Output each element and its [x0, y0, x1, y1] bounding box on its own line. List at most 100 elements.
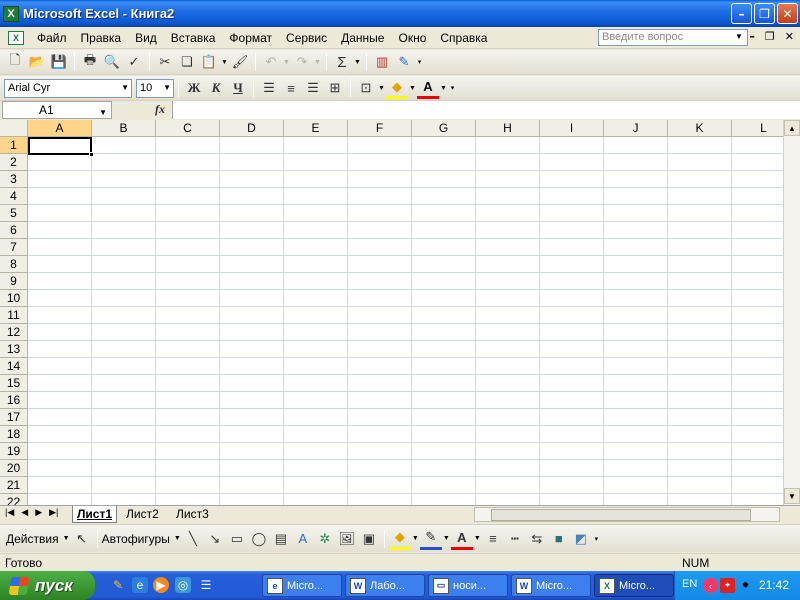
- help-question-input[interactable]: Введите вопрос: [598, 29, 748, 46]
- excel-icon[interactable]: X: [3, 5, 19, 22]
- align-right-icon[interactable]: ☰: [302, 77, 324, 99]
- print-preview-icon[interactable]: 🔍: [101, 51, 123, 73]
- toolbar-options-icon[interactable]: ▾: [592, 528, 601, 550]
- title-bar[interactable]: X Microsoft Excel - Книга2 – ❐ ✕: [0, 0, 800, 27]
- font-color-icon[interactable]: A: [450, 528, 473, 550]
- row-header[interactable]: 7: [0, 239, 28, 256]
- select-objects-icon[interactable]: ↖: [71, 528, 93, 550]
- chevron-down-icon[interactable]: ▾: [415, 51, 424, 73]
- sheet-tab-1[interactable]: Лист1: [72, 506, 118, 523]
- column-header[interactable]: A: [28, 120, 92, 137]
- font-size-select[interactable]: 10 ▼: [136, 78, 174, 98]
- row-header[interactable]: 8: [0, 256, 28, 273]
- underline-button[interactable]: Ч: [227, 77, 249, 99]
- menu-format[interactable]: Формат: [222, 31, 279, 45]
- dash-style-icon[interactable]: ┅: [504, 528, 526, 550]
- row-header[interactable]: 6: [0, 222, 28, 239]
- oval-icon[interactable]: ◯: [248, 528, 270, 550]
- vertical-scrollbar[interactable]: ▲ ▼: [783, 120, 800, 505]
- spelling-icon[interactable]: ✓: [123, 51, 145, 73]
- column-header[interactable]: C: [156, 120, 220, 137]
- toolbar-options-icon[interactable]: ▾: [448, 77, 457, 99]
- undo-icon[interactable]: ↶: [260, 51, 282, 73]
- line-icon[interactable]: ╲: [182, 528, 204, 550]
- row-header[interactable]: 1: [0, 137, 28, 154]
- taskbar-button[interactable]: ▭ носи...: [428, 574, 508, 597]
- chevron-down-icon[interactable]: ▼: [121, 83, 129, 92]
- italic-button[interactable]: К: [205, 77, 227, 99]
- menu-edit[interactable]: Правка: [74, 31, 129, 45]
- row-header[interactable]: 22: [0, 494, 28, 505]
- column-header[interactable]: J: [604, 120, 668, 137]
- chevron-down-icon[interactable]: ▼: [439, 77, 448, 99]
- chevron-down-icon[interactable]: ▼: [411, 528, 420, 550]
- chevron-down-icon[interactable]: ▼: [282, 51, 291, 73]
- column-header[interactable]: G: [412, 120, 476, 137]
- row-header[interactable]: 17: [0, 409, 28, 426]
- menu-window[interactable]: Окно: [391, 31, 433, 45]
- doc-close-button[interactable]: ✕: [785, 30, 794, 43]
- media-player-icon[interactable]: ▶: [153, 577, 169, 593]
- chevron-down-icon[interactable]: ▼: [473, 528, 482, 550]
- taskbar-button[interactable]: W Лабо...: [345, 574, 425, 597]
- fill-color-icon[interactable]: ◆: [388, 528, 411, 550]
- chevron-down-icon[interactable]: ▼: [220, 51, 229, 73]
- 3d-icon[interactable]: ◩: [570, 528, 592, 550]
- minimize-button[interactable]: –: [731, 3, 752, 24]
- row-header[interactable]: 15: [0, 375, 28, 392]
- menu-data[interactable]: Данные: [334, 31, 391, 45]
- formula-input[interactable]: [172, 101, 800, 119]
- scroll-up-icon[interactable]: ▲: [784, 120, 800, 136]
- font-name-select[interactable]: Arial Cyr ▼: [4, 78, 132, 98]
- row-header[interactable]: 5: [0, 205, 28, 222]
- quicklaunch-pencil-icon[interactable]: ✎: [110, 577, 126, 593]
- chevron-down-icon[interactable]: ▼: [62, 528, 71, 550]
- row-header[interactable]: 19: [0, 443, 28, 460]
- format-painter-icon[interactable]: 🖌: [229, 51, 251, 73]
- row-header[interactable]: 10: [0, 290, 28, 307]
- row-header[interactable]: 12: [0, 324, 28, 341]
- chevron-down-icon[interactable]: ▼: [735, 32, 743, 41]
- column-header[interactable]: B: [92, 120, 156, 137]
- chevron-down-icon[interactable]: ▼: [408, 77, 417, 99]
- new-icon[interactable]: 🗋: [4, 51, 26, 73]
- clipart-icon[interactable]: 🖼: [336, 528, 358, 550]
- restore-button[interactable]: ❐: [754, 3, 775, 24]
- doc-restore-button[interactable]: ❐: [765, 30, 775, 43]
- row-header[interactable]: 9: [0, 273, 28, 290]
- redo-icon[interactable]: ↷: [291, 51, 313, 73]
- taskbar-button-active[interactable]: X Micro...: [594, 574, 674, 597]
- chart-wizard-icon[interactable]: ▥: [371, 51, 393, 73]
- scroll-thumb[interactable]: [491, 509, 751, 521]
- chevron-down-icon[interactable]: ▼: [313, 51, 322, 73]
- antivirus-icon[interactable]: ✦: [720, 578, 735, 593]
- tray-bug-icon[interactable]: ✹: [738, 578, 753, 593]
- line-style-icon[interactable]: ≡: [482, 528, 504, 550]
- font-color-icon[interactable]: A: [417, 77, 439, 99]
- fill-color-icon[interactable]: ◆: [386, 77, 408, 99]
- actions-menu[interactable]: Действия: [6, 532, 59, 546]
- align-center-icon[interactable]: ≡: [280, 77, 302, 99]
- row-header[interactable]: 16: [0, 392, 28, 409]
- menu-insert[interactable]: Вставка: [164, 31, 223, 45]
- wordart-icon[interactable]: A: [292, 528, 314, 550]
- merge-center-icon[interactable]: ⊞: [324, 77, 346, 99]
- fill-handle[interactable]: [89, 152, 94, 157]
- row-header[interactable]: 3: [0, 171, 28, 188]
- horizontal-scrollbar[interactable]: [474, 507, 780, 522]
- paste-icon[interactable]: 📋: [198, 51, 220, 73]
- column-header[interactable]: H: [476, 120, 540, 137]
- column-header[interactable]: F: [348, 120, 412, 137]
- chevron-down-icon[interactable]: ▼: [442, 528, 451, 550]
- shadow-icon[interactable]: ■: [548, 528, 570, 550]
- tray-expand-icon[interactable]: ‹: [703, 578, 718, 593]
- scroll-down-icon[interactable]: ▼: [784, 488, 800, 504]
- align-left-icon[interactable]: ☰: [258, 77, 280, 99]
- arrow-icon[interactable]: ↘: [204, 528, 226, 550]
- copy-icon[interactable]: ❏: [176, 51, 198, 73]
- row-header[interactable]: 18: [0, 426, 28, 443]
- chevron-down-icon[interactable]: ▼: [353, 51, 362, 73]
- bold-button[interactable]: Ж: [183, 77, 205, 99]
- menu-help[interactable]: Справка: [433, 31, 494, 45]
- first-sheet-icon[interactable]: |◀: [5, 507, 14, 518]
